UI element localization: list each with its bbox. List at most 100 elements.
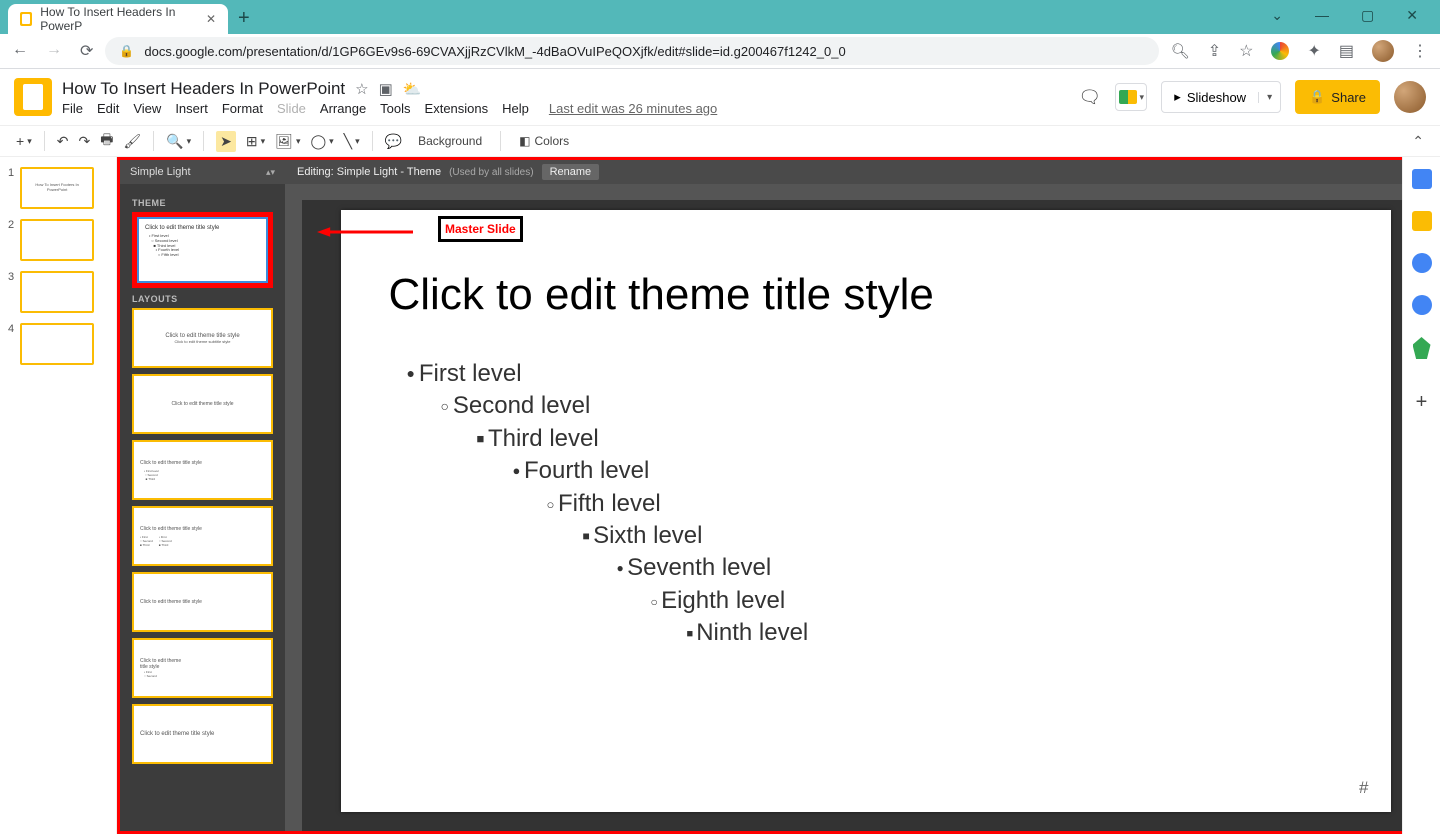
tasks-icon[interactable]	[1412, 253, 1432, 273]
theme-panel: Simple Light ▴▾ THEME Click to edit them…	[120, 160, 285, 831]
last-edit-link[interactable]: Last edit was 26 minutes ago	[549, 101, 717, 116]
redo-icon[interactable]: ↷	[78, 133, 90, 150]
menu-extensions[interactable]: Extensions	[425, 101, 489, 116]
layout-thumb[interactable]: Click to edit theme title style• First○ …	[132, 638, 273, 698]
share-page-icon[interactable]: ⇪	[1208, 41, 1221, 61]
extensions-puzzle-icon[interactable]: ✦	[1307, 41, 1320, 61]
menu-arrange[interactable]: Arrange	[320, 101, 366, 116]
window-controls: ⌄ ― ▢ ✕	[1257, 3, 1432, 34]
background-button[interactable]: Background	[412, 131, 488, 151]
colors-button[interactable]: ◧Colors	[513, 131, 575, 151]
app-header: How To Insert Headers In PowerPoint ☆ ▣ …	[0, 69, 1440, 125]
back-icon[interactable]: ←	[12, 41, 28, 61]
cloud-status-icon[interactable]: ⛅	[403, 80, 422, 98]
comment-icon[interactable]: 💬	[385, 133, 402, 150]
share-button[interactable]: 🔒 Share	[1295, 80, 1380, 114]
menu-insert[interactable]: Insert	[175, 101, 208, 116]
minimize-icon[interactable]: ―	[1315, 7, 1329, 24]
search-icon[interactable]: 🔍︎	[1171, 42, 1190, 60]
zoom-icon[interactable]: 🔍▾	[166, 133, 191, 150]
slide-thumb-2[interactable]	[20, 219, 94, 261]
paint-format-icon[interactable]: 🖌	[123, 133, 141, 150]
rename-button[interactable]: Rename	[542, 164, 600, 180]
page-number-placeholder[interactable]: #	[1359, 778, 1368, 798]
theme-edit-bar: Editing: Simple Light - Theme (Used by a…	[285, 160, 1437, 184]
new-tab-button[interactable]: +	[228, 3, 260, 34]
theme-label: THEME	[132, 198, 273, 208]
bookmark-star-icon[interactable]: ☆	[1239, 41, 1253, 61]
image-icon[interactable]: 🖼▾	[275, 133, 300, 150]
browser-tab[interactable]: How To Insert Headers In PowerP ✕	[8, 4, 228, 34]
window-dropdown-icon[interactable]: ⌄	[1271, 7, 1283, 24]
browser-titlebar: How To Insert Headers In PowerP ✕ + ⌄ ― …	[0, 0, 1440, 34]
slideshow-button[interactable]: ▸ Slideshow ▾	[1161, 81, 1281, 113]
layout-thumb[interactable]: Click to edit theme title style	[132, 704, 273, 764]
menu-help[interactable]: Help	[502, 101, 529, 116]
layout-thumb[interactable]: Click to edit theme title style• First l…	[132, 440, 273, 500]
slide-filmstrip: 1How To Insert Footers In PowerPoint 2 3…	[0, 157, 117, 834]
lock-icon: 🔒	[119, 44, 134, 58]
slideshow-label: Slideshow	[1187, 90, 1246, 105]
lock-share-icon: 🔒	[1309, 89, 1325, 105]
kebab-menu-icon[interactable]: ⋮	[1412, 41, 1428, 61]
slides-logo-icon[interactable]	[14, 78, 52, 116]
present-icon: ▸	[1174, 89, 1181, 105]
layout-thumb[interactable]: Click to edit theme title style	[132, 572, 273, 632]
line-icon[interactable]: ╲▾	[344, 133, 360, 150]
theme-body-placeholder[interactable]: First level Second level Third level Fou…	[389, 358, 1343, 650]
close-tab-icon[interactable]: ✕	[206, 12, 216, 26]
editing-label: Editing: Simple Light - Theme	[297, 166, 441, 178]
maps-icon[interactable]	[1413, 337, 1431, 359]
move-folder-icon[interactable]: ▣	[379, 80, 393, 98]
account-avatar[interactable]	[1394, 81, 1426, 113]
layout-thumb[interactable]: Click to edit theme title style	[132, 374, 273, 434]
canvas[interactable]: Click to edit theme title style First le…	[302, 200, 1429, 823]
url-text: docs.google.com/presentation/d/1GP6GEv9s…	[144, 44, 845, 59]
reload-icon[interactable]: ⟳	[80, 41, 93, 61]
select-tool-icon[interactable]: ➤	[216, 131, 236, 152]
add-addon-icon[interactable]: +	[1416, 391, 1428, 414]
layouts-label: LAYOUTS	[132, 294, 273, 304]
workspace: 1How To Insert Footers In PowerPoint 2 3…	[0, 157, 1440, 834]
thumb-num: 3	[8, 271, 14, 313]
profile-avatar[interactable]	[1372, 40, 1394, 62]
maximize-icon[interactable]: ▢	[1361, 7, 1374, 24]
menu-file[interactable]: File	[62, 101, 83, 116]
master-slide[interactable]: Click to edit theme title style First le…	[341, 210, 1391, 812]
shape-icon[interactable]: ◯▾	[310, 133, 333, 150]
undo-icon[interactable]: ↶	[57, 133, 69, 150]
menu-format[interactable]: Format	[222, 101, 263, 116]
slideshow-dropdown[interactable]: ▾	[1258, 92, 1280, 103]
slide-thumb-3[interactable]	[20, 271, 94, 313]
menu-edit[interactable]: Edit	[97, 101, 119, 116]
print-icon[interactable]: 🖶	[100, 129, 113, 153]
layout-thumb[interactable]: Click to edit theme title styleClick to …	[132, 308, 273, 368]
menu-slide: Slide	[277, 101, 306, 116]
side-panel-icon[interactable]: ▤	[1339, 41, 1354, 61]
menu-view[interactable]: View	[133, 101, 161, 116]
textbox-icon[interactable]: ⊞▾	[246, 133, 265, 150]
calendar-icon[interactable]	[1412, 169, 1432, 189]
new-slide-button[interactable]: +▾	[16, 133, 32, 149]
theme-editor: Simple Light ▴▾ THEME Click to edit them…	[117, 157, 1440, 834]
theme-selector[interactable]: Simple Light ▴▾	[120, 160, 285, 184]
collapse-toolbar-icon[interactable]: ⌃	[1412, 133, 1424, 150]
theme-title-placeholder[interactable]: Click to edit theme title style	[389, 270, 1343, 320]
meet-button[interactable]: ▾	[1115, 83, 1147, 111]
slide-thumb-1[interactable]: How To Insert Footers In PowerPoint	[20, 167, 94, 209]
close-window-icon[interactable]: ✕	[1406, 7, 1418, 24]
slide-thumb-4[interactable]	[20, 323, 94, 365]
menu-tools[interactable]: Tools	[380, 101, 410, 116]
comments-icon[interactable]: 🗨	[1078, 87, 1101, 108]
keep-icon[interactable]	[1412, 211, 1432, 231]
contacts-icon[interactable]	[1412, 295, 1432, 315]
chevron-updown-icon: ▴▾	[266, 167, 275, 178]
star-icon[interactable]: ☆	[355, 80, 368, 98]
layout-thumb[interactable]: Click to edit theme title style• First○ …	[132, 506, 273, 566]
meet-icon	[1119, 90, 1137, 104]
extension-icon[interactable]	[1271, 42, 1289, 60]
url-field[interactable]: 🔒 docs.google.com/presentation/d/1GP6GEv…	[105, 37, 1158, 65]
master-slide-thumb[interactable]: Click to edit theme title style • First …	[132, 212, 273, 288]
thumb-num: 2	[8, 219, 14, 261]
doc-title[interactable]: How To Insert Headers In PowerPoint	[62, 79, 345, 99]
